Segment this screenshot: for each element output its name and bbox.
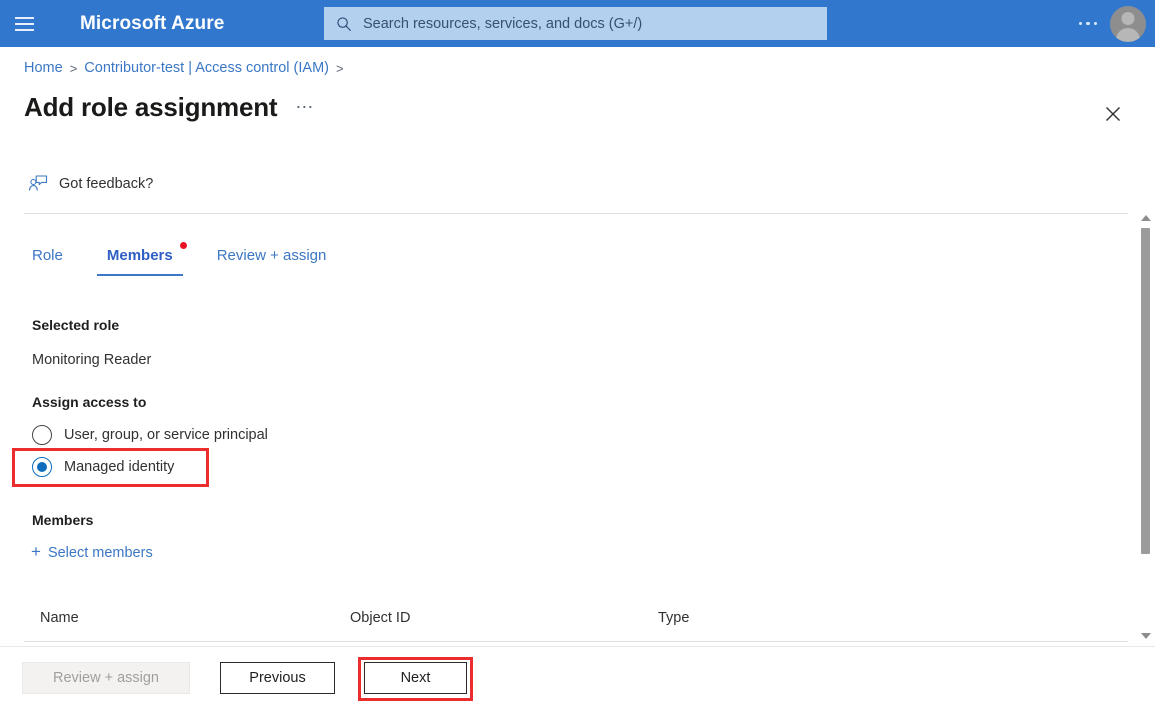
wizard-tabs: Role Members Review + assign (26, 242, 349, 276)
page-more-icon[interactable]: ⋯ (295, 97, 315, 118)
ellipsis-icon[interactable] (1066, 0, 1110, 47)
tab-role-label: Role (32, 247, 63, 264)
top-navigation-bar: Microsoft Azure (0, 0, 1155, 47)
search-icon (337, 16, 352, 31)
plus-icon: + (31, 542, 41, 561)
selected-role-label: Selected role (32, 317, 120, 333)
selected-role-value: Monitoring Reader (32, 352, 152, 368)
tab-members[interactable]: Members (85, 242, 195, 276)
azure-brand-logo[interactable]: Microsoft Azure (80, 13, 224, 35)
feedback-person-icon (28, 175, 48, 191)
page-title: Add role assignment (24, 92, 278, 122)
close-icon[interactable] (1097, 98, 1129, 130)
radio-user-group-service-principal-label: User, group, or service principal (64, 427, 268, 443)
review-assign-button-label: Review + assign (53, 670, 159, 686)
next-button-label: Next (400, 670, 431, 686)
tab-active-underline (96, 273, 183, 276)
previous-button-label: Previous (249, 670, 306, 686)
breadcrumb-item-access-control[interactable]: Contributor-test | Access control (IAM) (84, 60, 329, 76)
assign-access-to-label: Assign access to (32, 394, 147, 410)
radio-mark-unchecked[interactable] (32, 425, 52, 445)
next-button[interactable]: Next (364, 662, 467, 694)
hamburger-line (14, 16, 34, 19)
column-header-type[interactable]: Type (658, 610, 689, 626)
radio-mark-checked[interactable] (32, 457, 52, 477)
radio-managed-identity-label: Managed identity (64, 459, 175, 475)
required-indicator-dot (179, 242, 187, 249)
topbar-right-actions (1066, 0, 1155, 47)
breadcrumb: Home > Contributor-test | Access control… (24, 60, 344, 76)
tab-members-label: Members (106, 247, 173, 264)
scroll-up-icon[interactable] (1138, 210, 1153, 225)
hamburger-menu-icon[interactable] (0, 0, 48, 47)
got-feedback-button[interactable]: Got feedback? (28, 174, 153, 194)
feedback-divider (24, 213, 1128, 214)
global-search-box[interactable] (324, 7, 827, 40)
got-feedback-label: Got feedback? (59, 176, 154, 192)
column-header-object-id[interactable]: Object ID (350, 610, 410, 626)
members-label: Members (32, 512, 94, 528)
scrollbar-thumb[interactable] (1141, 228, 1150, 554)
user-avatar-icon[interactable] (1110, 5, 1146, 42)
scroll-down-icon[interactable] (1138, 628, 1153, 643)
content-scrollbar[interactable] (1138, 210, 1153, 643)
column-header-name[interactable]: Name (40, 610, 79, 626)
radio-user-group-service-principal[interactable]: User, group, or service principal (32, 425, 268, 445)
tab-review-assign[interactable]: Review + assign (195, 243, 349, 276)
hamburger-line (14, 22, 34, 25)
select-members-label: Select members (47, 544, 153, 561)
search-input[interactable] (363, 15, 803, 32)
tab-review-assign-label: Review + assign (216, 247, 327, 264)
radio-managed-identity[interactable]: Managed identity (32, 457, 174, 477)
footer-divider (0, 646, 1155, 647)
hamburger-line (14, 28, 34, 31)
select-members-button[interactable]: + Select members (31, 542, 153, 561)
tab-role[interactable]: Role (26, 243, 85, 276)
review-assign-button[interactable]: Review + assign (22, 662, 190, 694)
chevron-right-icon: > (69, 60, 78, 76)
page-header: Add role assignment ⋯ (24, 92, 315, 123)
breadcrumb-item-home[interactable]: Home (24, 60, 63, 76)
chevron-right-icon: > (335, 60, 344, 76)
members-table-header: Name Object ID Type (24, 607, 1128, 642)
previous-button[interactable]: Previous (220, 662, 335, 694)
close-glyph (1106, 107, 1120, 121)
